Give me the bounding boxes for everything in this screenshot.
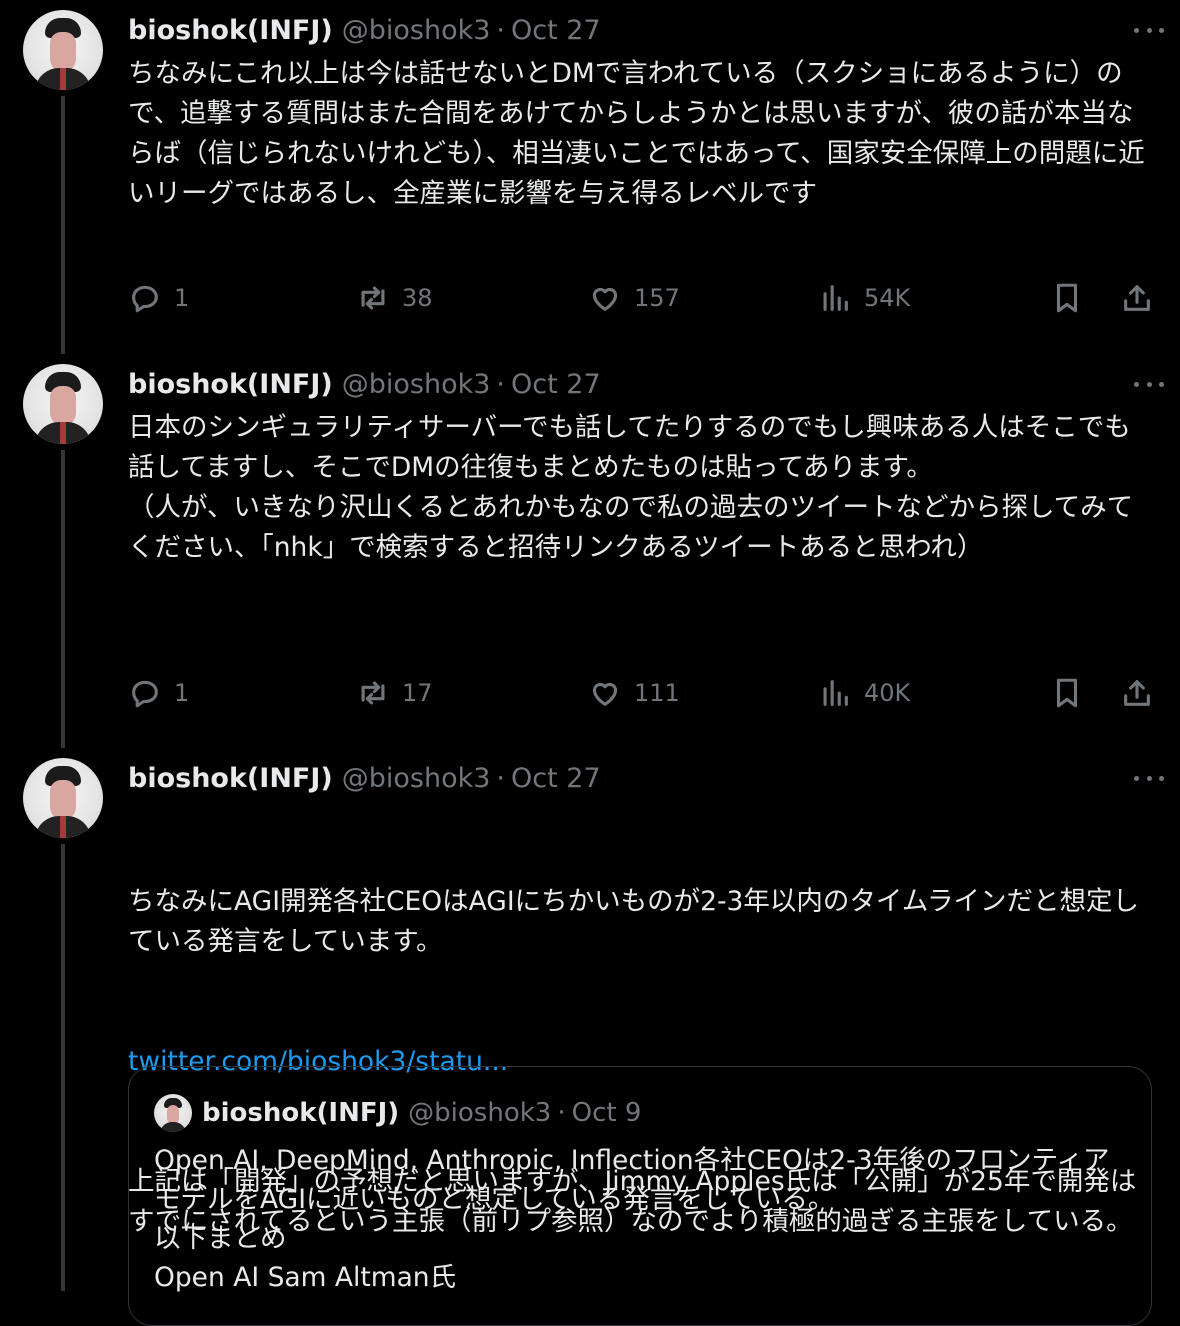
quote-author-handle[interactable]: @bioshok3 xyxy=(408,1098,551,1128)
views-icon xyxy=(823,680,848,706)
separator: · xyxy=(496,368,506,400)
like-button[interactable]: 111 xyxy=(588,671,680,715)
tweet-date[interactable]: Oct 27 xyxy=(511,763,601,794)
bookmark-button[interactable] xyxy=(1050,671,1084,715)
author-handle[interactable]: @bioshok3 xyxy=(342,369,491,400)
separator: · xyxy=(557,1098,566,1128)
reply-count: 1 xyxy=(174,284,190,312)
repost-count: 17 xyxy=(402,679,433,707)
author-name[interactable]: bioshok(INFJ) xyxy=(128,763,333,794)
tweet-text: ちなみにこれ以上は今は話せないとDMで言われている（スクショにあるように）ので、… xyxy=(128,58,1145,209)
author-handle[interactable]: @bioshok3 xyxy=(342,15,491,46)
tweet-date[interactable]: Oct 27 xyxy=(511,369,601,400)
repost-icon xyxy=(361,286,385,310)
like-count: 111 xyxy=(634,679,680,707)
reply-count: 1 xyxy=(174,679,190,707)
tweet-header: bioshok(INFJ) @bioshok3 · Oct 27 xyxy=(128,12,601,48)
repost-icon xyxy=(361,681,385,705)
repost-button[interactable]: 38 xyxy=(356,276,433,320)
avatar[interactable] xyxy=(23,758,103,838)
bookmark-icon xyxy=(1056,678,1078,708)
quoted-tweet[interactable]: bioshok(INFJ) @bioshok3 · Oct 9 Open AI,… xyxy=(128,1066,1152,1326)
share-icon xyxy=(1124,680,1150,706)
views-count: 40K xyxy=(864,679,911,707)
views-icon xyxy=(823,285,848,311)
quote-text: Open AI, DeepMind, Anthropic, Inflection… xyxy=(154,1145,1110,1293)
tweet-actions: 1 17 111 40K xyxy=(128,671,1158,715)
quote-header: bioshok(INFJ) @bioshok3 · Oct 9 xyxy=(202,1095,641,1131)
repost-count: 38 xyxy=(402,284,433,312)
tweet-text: 日本のシンギュラリティサーバーでも話してたりするのでもし興味ある人はそこでも話し… xyxy=(128,412,1134,563)
thread-line xyxy=(61,96,65,354)
tweet-actions: 1 38 157 54K xyxy=(128,276,1158,320)
reply-button[interactable]: 1 xyxy=(128,276,189,320)
author-handle[interactable]: @bioshok3 xyxy=(342,763,491,794)
like-button[interactable]: 157 xyxy=(588,276,680,320)
like-icon xyxy=(592,682,618,706)
thread-line xyxy=(61,450,65,748)
quote-avatar[interactable] xyxy=(154,1094,192,1132)
reply-icon xyxy=(132,285,158,313)
more-icon[interactable] xyxy=(1134,12,1164,48)
reply-icon xyxy=(132,680,158,708)
bookmark-icon xyxy=(1056,283,1078,313)
reply-button[interactable]: 1 xyxy=(128,671,189,715)
author-name[interactable]: bioshok(INFJ) xyxy=(128,15,333,46)
separator: · xyxy=(496,14,506,46)
share-button[interactable] xyxy=(1120,276,1154,320)
views-button[interactable]: 54K xyxy=(818,276,910,320)
tweet-header: bioshok(INFJ) @bioshok3 · Oct 27 xyxy=(128,760,601,796)
like-icon xyxy=(592,287,618,311)
bookmark-button[interactable] xyxy=(1050,276,1084,320)
separator: · xyxy=(496,762,506,794)
tweet-header: bioshok(INFJ) @bioshok3 · Oct 27 xyxy=(128,366,601,402)
avatar[interactable] xyxy=(23,10,103,90)
more-icon[interactable] xyxy=(1134,366,1164,402)
quote-date[interactable]: Oct 9 xyxy=(572,1098,642,1128)
tweet-text: ちなみにAGI開発各社CEOはAGIにちかいものが2-3年以内のタイムラインだと… xyxy=(128,886,1140,957)
author-name[interactable]: bioshok(INFJ) xyxy=(128,369,333,400)
tweet-date[interactable]: Oct 27 xyxy=(511,15,601,46)
quote-author-name[interactable]: bioshok(INFJ) xyxy=(202,1098,399,1128)
share-icon xyxy=(1124,285,1150,311)
views-count: 54K xyxy=(864,284,911,312)
share-button[interactable] xyxy=(1120,671,1154,715)
views-button[interactable]: 40K xyxy=(818,671,910,715)
repost-button[interactable]: 17 xyxy=(356,671,433,715)
thread-line xyxy=(61,844,65,1291)
more-icon[interactable] xyxy=(1134,760,1164,796)
avatar[interactable] xyxy=(23,364,103,444)
like-count: 157 xyxy=(634,284,680,312)
